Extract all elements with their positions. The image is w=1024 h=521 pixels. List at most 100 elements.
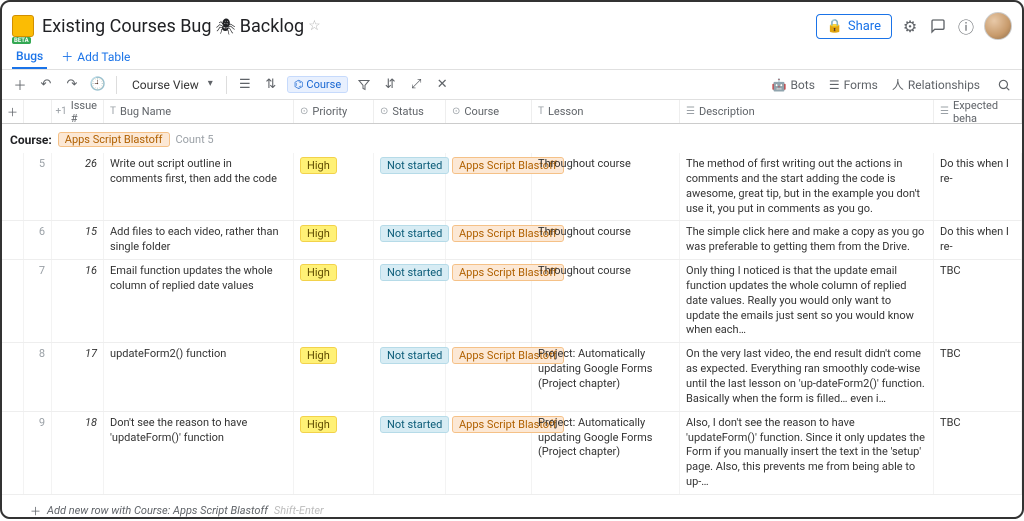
table-row[interactable]: 615Add files to each video, rather than … [2, 221, 1022, 260]
cell-issue[interactable]: 26 [52, 153, 104, 220]
bots-link[interactable]: 🤖Bots [772, 78, 815, 92]
cell-bug-name[interactable]: Don't see the reason to have 'updateForm… [104, 412, 294, 494]
cell-lesson[interactable]: Project: Automatically updating Google F… [532, 343, 680, 410]
col-course[interactable]: ⊙Course [446, 100, 532, 123]
list-view-icon[interactable]: ☰ [235, 75, 255, 95]
cell-description[interactable]: On the very last video, the end result d… [680, 343, 934, 410]
cell-expected[interactable]: TBC [934, 343, 1022, 410]
cell-description[interactable]: The simple click here and make a copy as… [680, 221, 934, 259]
toolbar: ＋ ↶ ↷ 🕘 Course View ☰ ⇅ ⌬ Course ⇵ ⤢ ✕ 🤖… [2, 70, 1022, 100]
cell-priority[interactable]: High [294, 153, 374, 220]
cell-course[interactable]: Apps Script Blastoff [446, 153, 532, 220]
cell-priority[interactable]: High [294, 343, 374, 410]
grid-body[interactable]: Course: Apps Script Blastoff Count 5 526… [2, 124, 1022, 521]
cell-priority[interactable]: High [294, 221, 374, 259]
cell-expected[interactable]: Do this when I re- [934, 221, 1022, 259]
hierarchy-icon: ⌬ [294, 78, 304, 91]
add-column-left-icon[interactable]: ＋ [2, 100, 24, 123]
cell-course[interactable]: Apps Script Blastoff [446, 260, 532, 342]
group-label: Course: [10, 133, 52, 147]
cell-course[interactable]: Apps Script Blastoff [446, 221, 532, 259]
table-row[interactable]: 918Don't see the reason to have 'updateF… [2, 412, 1022, 495]
cell-bug-name[interactable]: Email function updates the whole column … [104, 260, 294, 342]
cell-expected[interactable]: TBC [934, 260, 1022, 342]
cell-bug-name[interactable]: Write out script outline in comments fir… [104, 153, 294, 220]
row-index: 6 [24, 221, 52, 259]
group-count: Count 5 [176, 133, 214, 146]
filter-icon[interactable] [354, 75, 374, 95]
cell-issue[interactable]: 15 [52, 221, 104, 259]
cell-issue[interactable]: 18 [52, 412, 104, 494]
table-row[interactable]: 817updateForm2() functionHighNot started… [2, 343, 1022, 411]
cell-issue[interactable]: 16 [52, 260, 104, 342]
avatar[interactable] [984, 12, 1012, 40]
cell-status[interactable]: Not started [374, 343, 446, 410]
lock-icon: 🔒 [827, 19, 843, 34]
bug-icon: 🕷 [215, 17, 235, 36]
search-icon[interactable] [994, 75, 1014, 95]
col-priority[interactable]: ⊙Priority [294, 100, 374, 123]
cell-issue[interactable]: 17 [52, 343, 104, 410]
row-index: 5 [24, 153, 52, 220]
col-lesson[interactable]: TLesson [532, 100, 680, 123]
col-issue[interactable]: +1Issue # [52, 100, 104, 123]
sheet-tabs: Bugs ＋ Add Table [2, 44, 1022, 70]
column-header-row: ＋ +1Issue # TBug Name ⊙Priority ⊙Status … [2, 100, 1022, 124]
document-title[interactable]: Existing Courses Bug 🕷 Backlog ☆ [42, 16, 321, 37]
redo-icon[interactable]: ↷ [62, 75, 82, 95]
cell-description[interactable]: Only thing I noticed is that the update … [680, 260, 934, 342]
cell-bug-name[interactable]: updateForm2() function [104, 343, 294, 410]
align-icon: ☰ [940, 106, 949, 117]
col-expected[interactable]: ☰Expected beha [934, 100, 1022, 123]
row-height-icon[interactable]: ⇅ [261, 75, 281, 95]
group-header[interactable]: Course: Apps Script Blastoff Count 5 [2, 124, 1022, 153]
cell-description[interactable]: The method of first writing out the acti… [680, 153, 934, 220]
history-icon[interactable]: 🕘 [88, 75, 108, 95]
expand-icon[interactable]: ⤢ [406, 75, 426, 95]
text-icon: T [110, 106, 116, 117]
add-table-button[interactable]: ＋ Add Table [61, 48, 130, 65]
star-icon[interactable]: ☆ [308, 18, 321, 34]
sort-icon[interactable]: ⇵ [380, 75, 400, 95]
col-status[interactable]: ⊙Status [374, 100, 446, 123]
help-icon[interactable]: ⓘ [956, 16, 976, 36]
cell-lesson[interactable]: Throughout course [532, 221, 680, 259]
comment-icon[interactable] [928, 16, 948, 36]
col-description[interactable]: ☰Description [680, 100, 934, 123]
cell-priority[interactable]: High [294, 412, 374, 494]
undo-icon[interactable]: ↶ [36, 75, 56, 95]
gear-icon[interactable]: ⚙ [900, 16, 920, 36]
cell-description[interactable]: Also, I don't see the reason to have 'up… [680, 412, 934, 494]
robot-icon: 🤖 [772, 78, 787, 92]
plus-icon: ＋ [30, 503, 41, 519]
relationships-link[interactable]: 人Relationships [892, 76, 980, 93]
group-by-pill[interactable]: ⌬ Course [287, 76, 348, 93]
view-selector[interactable]: Course View [125, 75, 218, 95]
cell-status[interactable]: Not started [374, 260, 446, 342]
row-gutter [2, 260, 24, 342]
cell-bug-name[interactable]: Add files to each video, rather than sin… [104, 221, 294, 259]
table-row[interactable]: 526Write out script outline in comments … [2, 153, 1022, 221]
share-button[interactable]: 🔒 Share [816, 14, 892, 39]
chevron-down-icon: ⊙ [380, 106, 388, 117]
cell-lesson[interactable]: Throughout course [532, 153, 680, 220]
cell-course[interactable]: Apps Script Blastoff [446, 412, 532, 494]
cell-status[interactable]: Not started [374, 221, 446, 259]
forms-link[interactable]: ☰Forms [829, 78, 878, 92]
add-row-icon[interactable]: ＋ [10, 75, 30, 95]
col-bug-name[interactable]: TBug Name [104, 100, 294, 123]
cell-expected[interactable]: Do this when I re- [934, 153, 1022, 220]
cell-lesson[interactable]: Project: Automatically updating Google F… [532, 412, 680, 494]
add-new-row[interactable]: ＋ Add new row with Course: Apps Script B… [2, 495, 1022, 521]
chevron-down-icon: ⊙ [452, 106, 460, 117]
row-gutter [2, 343, 24, 410]
close-icon[interactable]: ✕ [432, 75, 452, 95]
cell-priority[interactable]: High [294, 260, 374, 342]
cell-lesson[interactable]: Throughout course [532, 260, 680, 342]
cell-status[interactable]: Not started [374, 153, 446, 220]
tab-bugs[interactable]: Bugs [12, 45, 47, 69]
table-row[interactable]: 716Email function updates the whole colu… [2, 260, 1022, 343]
cell-status[interactable]: Not started [374, 412, 446, 494]
cell-course[interactable]: Apps Script Blastoff [446, 343, 532, 410]
cell-expected[interactable]: TBC [934, 412, 1022, 494]
